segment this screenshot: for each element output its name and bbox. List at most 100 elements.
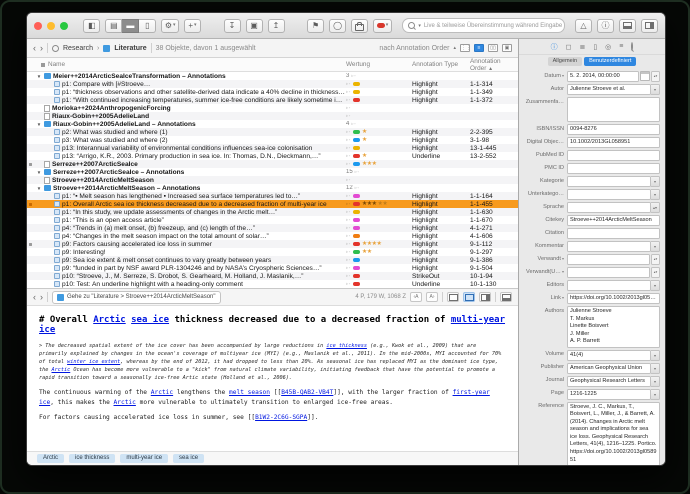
list-item[interactable]: p9: Interesting! ▹◦ ★★ Highlight 9-1-297 [27, 248, 518, 256]
list-item[interactable]: p2: What was studied and where (1) ▹◦ ★ Hig… [27, 128, 518, 136]
disclosure-triangle-icon[interactable]: ▼ [36, 170, 42, 175]
tab-allgemein[interactable]: Allgemein [547, 56, 583, 67]
lock-button[interactable] [351, 18, 369, 33]
note-tab-icon[interactable]: ◻ [566, 43, 572, 51]
list-tab-icon[interactable]: ≣ [579, 43, 585, 51]
field-value-input[interactable]: Julienne Stroeve et al. [567, 84, 651, 95]
minimize-window-button[interactable] [47, 21, 55, 30]
column-header-rating[interactable]: Wertung [346, 61, 412, 68]
info-button[interactable]: ⓘ [597, 18, 614, 33]
list-item[interactable]: p1: “▪ Melt season has lengthened ▪ Incr… [27, 192, 518, 200]
field-value-input[interactable] [567, 163, 660, 174]
list-item[interactable]: p1: “thickness observations and other sa… [27, 88, 518, 96]
field-value-input[interactable]: American Geophysical Union [567, 362, 651, 374]
dropdown-button[interactable]: ▾ [651, 176, 660, 187]
field-value-input[interactable]: Julienne Stroeve T. Markus Linette Boisv… [567, 306, 660, 348]
field-value-input[interactable] [567, 241, 651, 252]
share-button[interactable]: ↥ [267, 18, 285, 33]
list-item[interactable]: p1: Overall Arctic sea ice thickness dec… [27, 200, 518, 208]
dropdown-button[interactable]: ▾ [651, 280, 660, 291]
list-item[interactable]: p4: “Trends in (a) melt onset, (b) freez… [27, 224, 518, 232]
search-input[interactable]: ▾ Live & teilweise Übereinstimmung währe… [402, 18, 565, 33]
column-header-name[interactable]: Name [27, 61, 346, 68]
preview-link[interactable]: Arctic [114, 399, 136, 406]
date-stepper[interactable]: ▴▾ [651, 71, 660, 82]
list-item[interactable]: p13: Interannual variability of environm… [27, 144, 518, 152]
field-value-input[interactable]: Stroeve++2014ArcticMeltSeason [567, 215, 660, 226]
field-value-input[interactable]: 41(4) [567, 349, 651, 361]
clip-button[interactable]: ▣ [245, 18, 263, 33]
field-value-input[interactable] [567, 202, 651, 213]
toggle-bottom-pane-button[interactable] [619, 18, 636, 33]
field-value-input[interactable]: 1216-1225 [567, 388, 651, 400]
dropdown-button[interactable]: ▾ [651, 84, 660, 95]
flag-button[interactable]: ⚑ [307, 18, 325, 33]
label-menu-button[interactable]: ▾ [373, 18, 393, 33]
field-value-input[interactable] [567, 189, 651, 200]
stepper-button[interactable]: ▴▾ [651, 254, 660, 265]
grid-view-toggle[interactable]: ⋮⋮ [460, 44, 471, 52]
list-item[interactable]: Stroeve++2014ArcticMeltSeason ▹◦ [27, 176, 518, 184]
decrease-font-button[interactable]: ‹A [410, 292, 422, 302]
tag-chip[interactable]: ice thickness [69, 453, 116, 464]
preview-link[interactable]: Arctic [93, 315, 126, 325]
tab-benutzerdefiniert[interactable]: Benutzerdefiniert [584, 56, 637, 67]
preview-mode-button[interactable] [463, 292, 475, 302]
preview-link[interactable]: Arctic [52, 367, 71, 373]
list-item[interactable]: Morioka++2024AnthropogenicForcing ▹◦ [27, 104, 518, 112]
calendar-icon[interactable] [640, 71, 650, 81]
document-tab-icon[interactable]: ▯ [593, 43, 597, 51]
list-item[interactable]: p3: What was studied and where (2) ▹◦ ★ Hig… [27, 136, 518, 144]
field-value-input[interactable]: Geophysical Research Letters [567, 375, 651, 387]
toggle-right-pane-button[interactable] [641, 18, 658, 33]
related-tab-icon[interactable]: ≡ [619, 43, 623, 50]
field-value-input[interactable] [567, 254, 650, 265]
field-value-input[interactable]: 5. 2. 2014, 00:00:00 [567, 71, 639, 82]
field-value-input[interactable] [567, 150, 660, 161]
preview-link[interactable]: ice thickness [326, 343, 367, 349]
field-value-input[interactable]: https://doi.org/10.1002/2013gl058951 [567, 293, 660, 304]
dropdown-button[interactable]: ▾ [651, 388, 660, 400]
preview-link[interactable]: Arctic [151, 389, 173, 396]
list-item[interactable]: p1: Compare with [#Stroeve… ▹◦ Highlight 1-… [27, 80, 518, 88]
disclosure-triangle-icon[interactable]: ▼ [36, 122, 42, 127]
dropdown-button[interactable]: ▾ [651, 375, 660, 387]
breadcrumb-root[interactable]: Research [63, 45, 93, 52]
mark-button[interactable]: ◯ [329, 18, 347, 33]
source-mode-button[interactable] [447, 292, 459, 302]
list-item[interactable]: ▼ Stroeve++2014ArcticMeltSeason – Annotat… [27, 184, 518, 192]
preview-link[interactable]: melt season [229, 389, 270, 396]
field-value-input[interactable] [567, 97, 660, 122]
list-item[interactable]: ▼ Meier++2014ArcticSeaIceTransformation –… [27, 72, 518, 80]
edit-button[interactable] [500, 292, 512, 302]
list-item[interactable]: p1: “In this study, we update assessment… [27, 208, 518, 216]
back-button[interactable]: ‹ [33, 43, 36, 53]
tag-chip[interactable]: multi-year ice [120, 453, 169, 464]
preview-link[interactable]: winter ice extent [67, 359, 120, 365]
view-as-list-button[interactable]: ▤ [105, 18, 123, 33]
field-value-input[interactable]: 10.1002/2013GL058951 [567, 137, 660, 148]
preview-back-button[interactable]: ‹ [33, 292, 36, 302]
list-item[interactable]: p1: “This is an open access article” ▹◦ Hi… [27, 216, 518, 224]
list-item[interactable]: ▼ Serreze++2007ArcticSeaIce – Annotations… [27, 168, 518, 176]
goto-source-button[interactable]: Gehe zu "Literature > Stroeve++2014Arcti… [52, 290, 221, 304]
increase-font-button[interactable]: A› [426, 292, 438, 302]
dropdown-button[interactable]: ▾ [651, 189, 660, 200]
tag-chip[interactable]: Arctic [37, 453, 64, 464]
add-item-button[interactable]: + ▾ [183, 18, 201, 33]
sort-order-button[interactable]: nach Annotation Order [379, 45, 449, 52]
field-value-input[interactable]: 0094-8276 [567, 124, 660, 135]
preview-link[interactable]: sea ice [131, 315, 169, 325]
list-item[interactable]: ▼ Riaux-Gobin++2005AdelieLand – Annotatio… [27, 120, 518, 128]
list-item[interactable]: p4: “Changes in the melt season impact o… [27, 232, 518, 240]
column-header-type[interactable]: Annotation Type [412, 61, 470, 68]
column-header-order[interactable]: Annotation Order ▲ [470, 58, 518, 72]
list-item[interactable]: p1: “With continued increasing temperatu… [27, 96, 518, 104]
dropdown-button[interactable]: ▾ [651, 362, 660, 374]
field-value-input[interactable] [567, 228, 660, 239]
view-as-split-button[interactable]: ▬ [122, 18, 140, 33]
list-item[interactable]: p10: “Stroeve, J., M. Serreze, S. Drobot… [27, 272, 518, 280]
preview-link[interactable]: B1W2-2C6G-SGPA [255, 414, 307, 421]
columns-view-toggle[interactable]: ▯▯ [488, 44, 498, 52]
dropdown-button[interactable]: ▾ [651, 349, 660, 361]
